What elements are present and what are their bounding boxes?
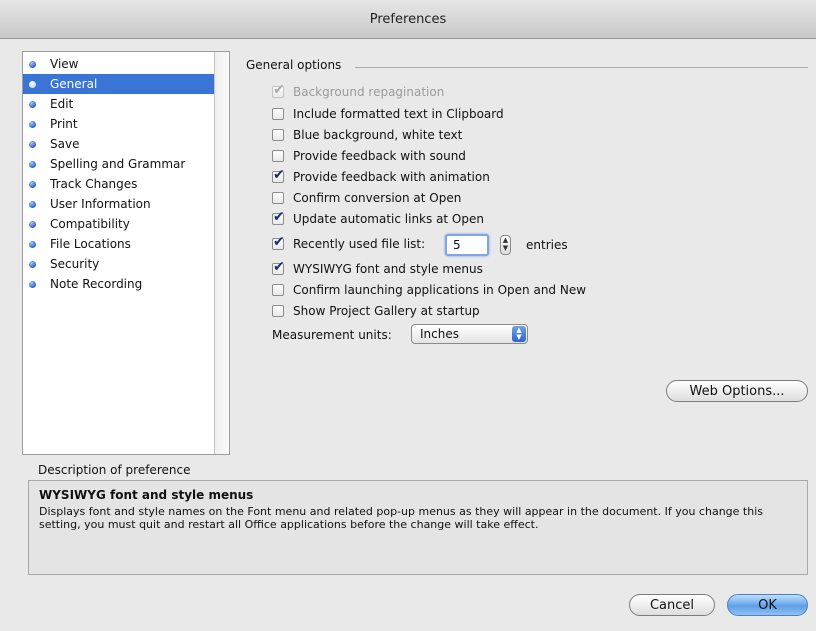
sidebar-item-label: Note Recording — [50, 277, 143, 291]
category-bullet-icon — [29, 80, 36, 88]
option-feedback-sound[interactable]: Provide feedback with sound — [272, 148, 466, 164]
ok-button[interactable]: OK — [727, 594, 808, 616]
checkbox-wysiwyg-menus[interactable] — [272, 259, 285, 275]
preferences-window: Preferences View General Edit Print Save… — [0, 0, 816, 631]
option-confirm-launching[interactable]: Confirm launching applications in Open a… — [272, 282, 586, 298]
sidebar-item-label: User Information — [50, 197, 151, 211]
description-box: WYSIWYG font and style menus Displays fo… — [28, 480, 808, 575]
category-bullet-icon — [29, 280, 36, 288]
checkbox-feedback-animation[interactable] — [272, 167, 285, 183]
sidebar-item-user-information[interactable]: User Information — [23, 194, 216, 214]
option-label: Show Project Gallery at startup — [293, 304, 480, 318]
option-label: Provide feedback with sound — [293, 149, 466, 163]
category-bullet-icon — [29, 240, 36, 248]
option-blue-background[interactable]: Blue background, white text — [272, 127, 462, 143]
option-label: Recently used file list: — [293, 237, 426, 251]
sidebar-item-label: Security — [50, 257, 100, 271]
sidebar-item-label: View — [50, 57, 79, 71]
stepper-up-icon[interactable]: ▲ — [503, 236, 508, 244]
measurement-units-label: Measurement units: — [272, 328, 392, 342]
category-list[interactable]: View General Edit Print Save Spelling an… — [22, 51, 230, 455]
option-label: Confirm launching applications in Open a… — [293, 283, 587, 297]
checkbox-feedback-sound[interactable] — [272, 150, 284, 162]
measurement-units-select[interactable]: Inches ▲ ▼ — [411, 324, 528, 344]
sidebar-item-security[interactable]: Security — [23, 254, 216, 274]
select-arrows-icon: ▲ ▼ — [512, 326, 526, 342]
entries-label: entries — [526, 238, 568, 252]
option-update-links[interactable]: Update automatic links at Open — [272, 209, 484, 227]
description-body: Displays font and style names on the Fon… — [39, 505, 763, 531]
title-bar: Preferences — [0, 0, 816, 39]
option-label: Include formatted text in Clipboard — [293, 107, 504, 121]
option-label: Blue background, white text — [293, 128, 463, 142]
sidebar-item-label: Compatibility — [50, 217, 130, 231]
checkbox-update-links[interactable] — [272, 209, 285, 225]
checkbox-background-repagination — [272, 82, 285, 98]
sidebar-item-compatibility[interactable]: Compatibility — [23, 214, 216, 234]
sidebar-item-view[interactable]: View — [23, 54, 216, 74]
option-wysiwyg-menus[interactable]: WYSIWYG font and style menus — [272, 259, 483, 277]
measurement-units-value: Inches — [420, 327, 459, 341]
cancel-button[interactable]: Cancel — [629, 594, 715, 616]
option-label: Update automatic links at Open — [293, 212, 484, 226]
sidebar-item-label: Print — [50, 117, 78, 131]
general-options-title: General options — [246, 58, 342, 72]
sidebar-item-label: Edit — [50, 97, 74, 111]
checkbox-blue-background[interactable] — [272, 129, 284, 141]
sidebar-item-save[interactable]: Save — [23, 134, 216, 154]
sidebar-item-general[interactable]: General — [23, 74, 216, 94]
option-confirm-conversion[interactable]: Confirm conversion at Open — [272, 190, 461, 206]
sidebar-item-label: General — [50, 77, 98, 91]
sidebar-item-note-recording[interactable]: Note Recording — [23, 274, 216, 294]
category-bullet-icon — [29, 140, 36, 148]
window-title: Preferences — [369, 11, 447, 27]
category-bullet-icon — [29, 180, 36, 188]
sidebar-item-label: File Locations — [50, 237, 131, 251]
category-bullet-icon — [29, 60, 36, 68]
category-bullet-icon — [29, 100, 36, 108]
category-bullet-icon — [29, 260, 36, 268]
option-label: Provide feedback with animation — [293, 170, 490, 184]
sidebar-item-file-locations[interactable]: File Locations — [23, 234, 216, 254]
description-label: Description of preference — [38, 463, 191, 477]
category-bullet-icon — [29, 160, 36, 168]
web-options-button-label: Web Options... — [689, 383, 785, 399]
stepper-down-icon[interactable]: ▼ — [503, 244, 508, 252]
option-label: Background repagination — [293, 85, 445, 99]
option-include-formatted-text[interactable]: Include formatted text in Clipboard — [272, 106, 504, 122]
checkbox-confirm-conversion[interactable] — [272, 192, 284, 204]
option-project-gallery[interactable]: Show Project Gallery at startup — [272, 303, 480, 319]
sidebar-item-label: Save — [50, 137, 80, 151]
ok-button-label: OK — [758, 597, 777, 613]
option-feedback-animation[interactable]: Provide feedback with animation — [272, 167, 490, 185]
category-bullet-icon — [29, 220, 36, 228]
recent-files-count-field[interactable]: 5 — [445, 234, 489, 256]
sidebar-item-label: Spelling and Grammar — [50, 157, 186, 171]
recent-files-stepper[interactable]: ▲ ▼ — [500, 235, 511, 255]
category-bullet-icon — [29, 200, 36, 208]
sidebar-scrollbar[interactable] — [214, 52, 229, 454]
option-background-repagination: Background repagination — [272, 82, 445, 100]
category-bullet-icon — [29, 120, 36, 128]
sidebar-item-edit[interactable]: Edit — [23, 94, 216, 114]
web-options-button[interactable]: Web Options... — [666, 380, 808, 402]
checkbox-include-formatted-text[interactable] — [272, 108, 284, 120]
checkbox-project-gallery[interactable] — [272, 305, 284, 317]
sidebar-item-spelling[interactable]: Spelling and Grammar — [23, 154, 216, 174]
description-title: WYSIWYG font and style menus — [39, 488, 254, 502]
checkbox-confirm-launching[interactable] — [272, 284, 284, 296]
sidebar-item-track-changes[interactable]: Track Changes — [23, 174, 216, 194]
checkbox-recent-file-list[interactable] — [272, 234, 285, 250]
option-label: Confirm conversion at Open — [293, 191, 462, 205]
cancel-button-label: Cancel — [649, 597, 695, 613]
option-recent-file-list[interactable]: Recently used file list: — [272, 234, 426, 252]
sidebar-item-print[interactable]: Print — [23, 114, 216, 134]
sidebar-item-label: Track Changes — [50, 177, 138, 191]
option-label: WYSIWYG font and style menus — [293, 262, 483, 276]
group-divider — [355, 67, 808, 68]
